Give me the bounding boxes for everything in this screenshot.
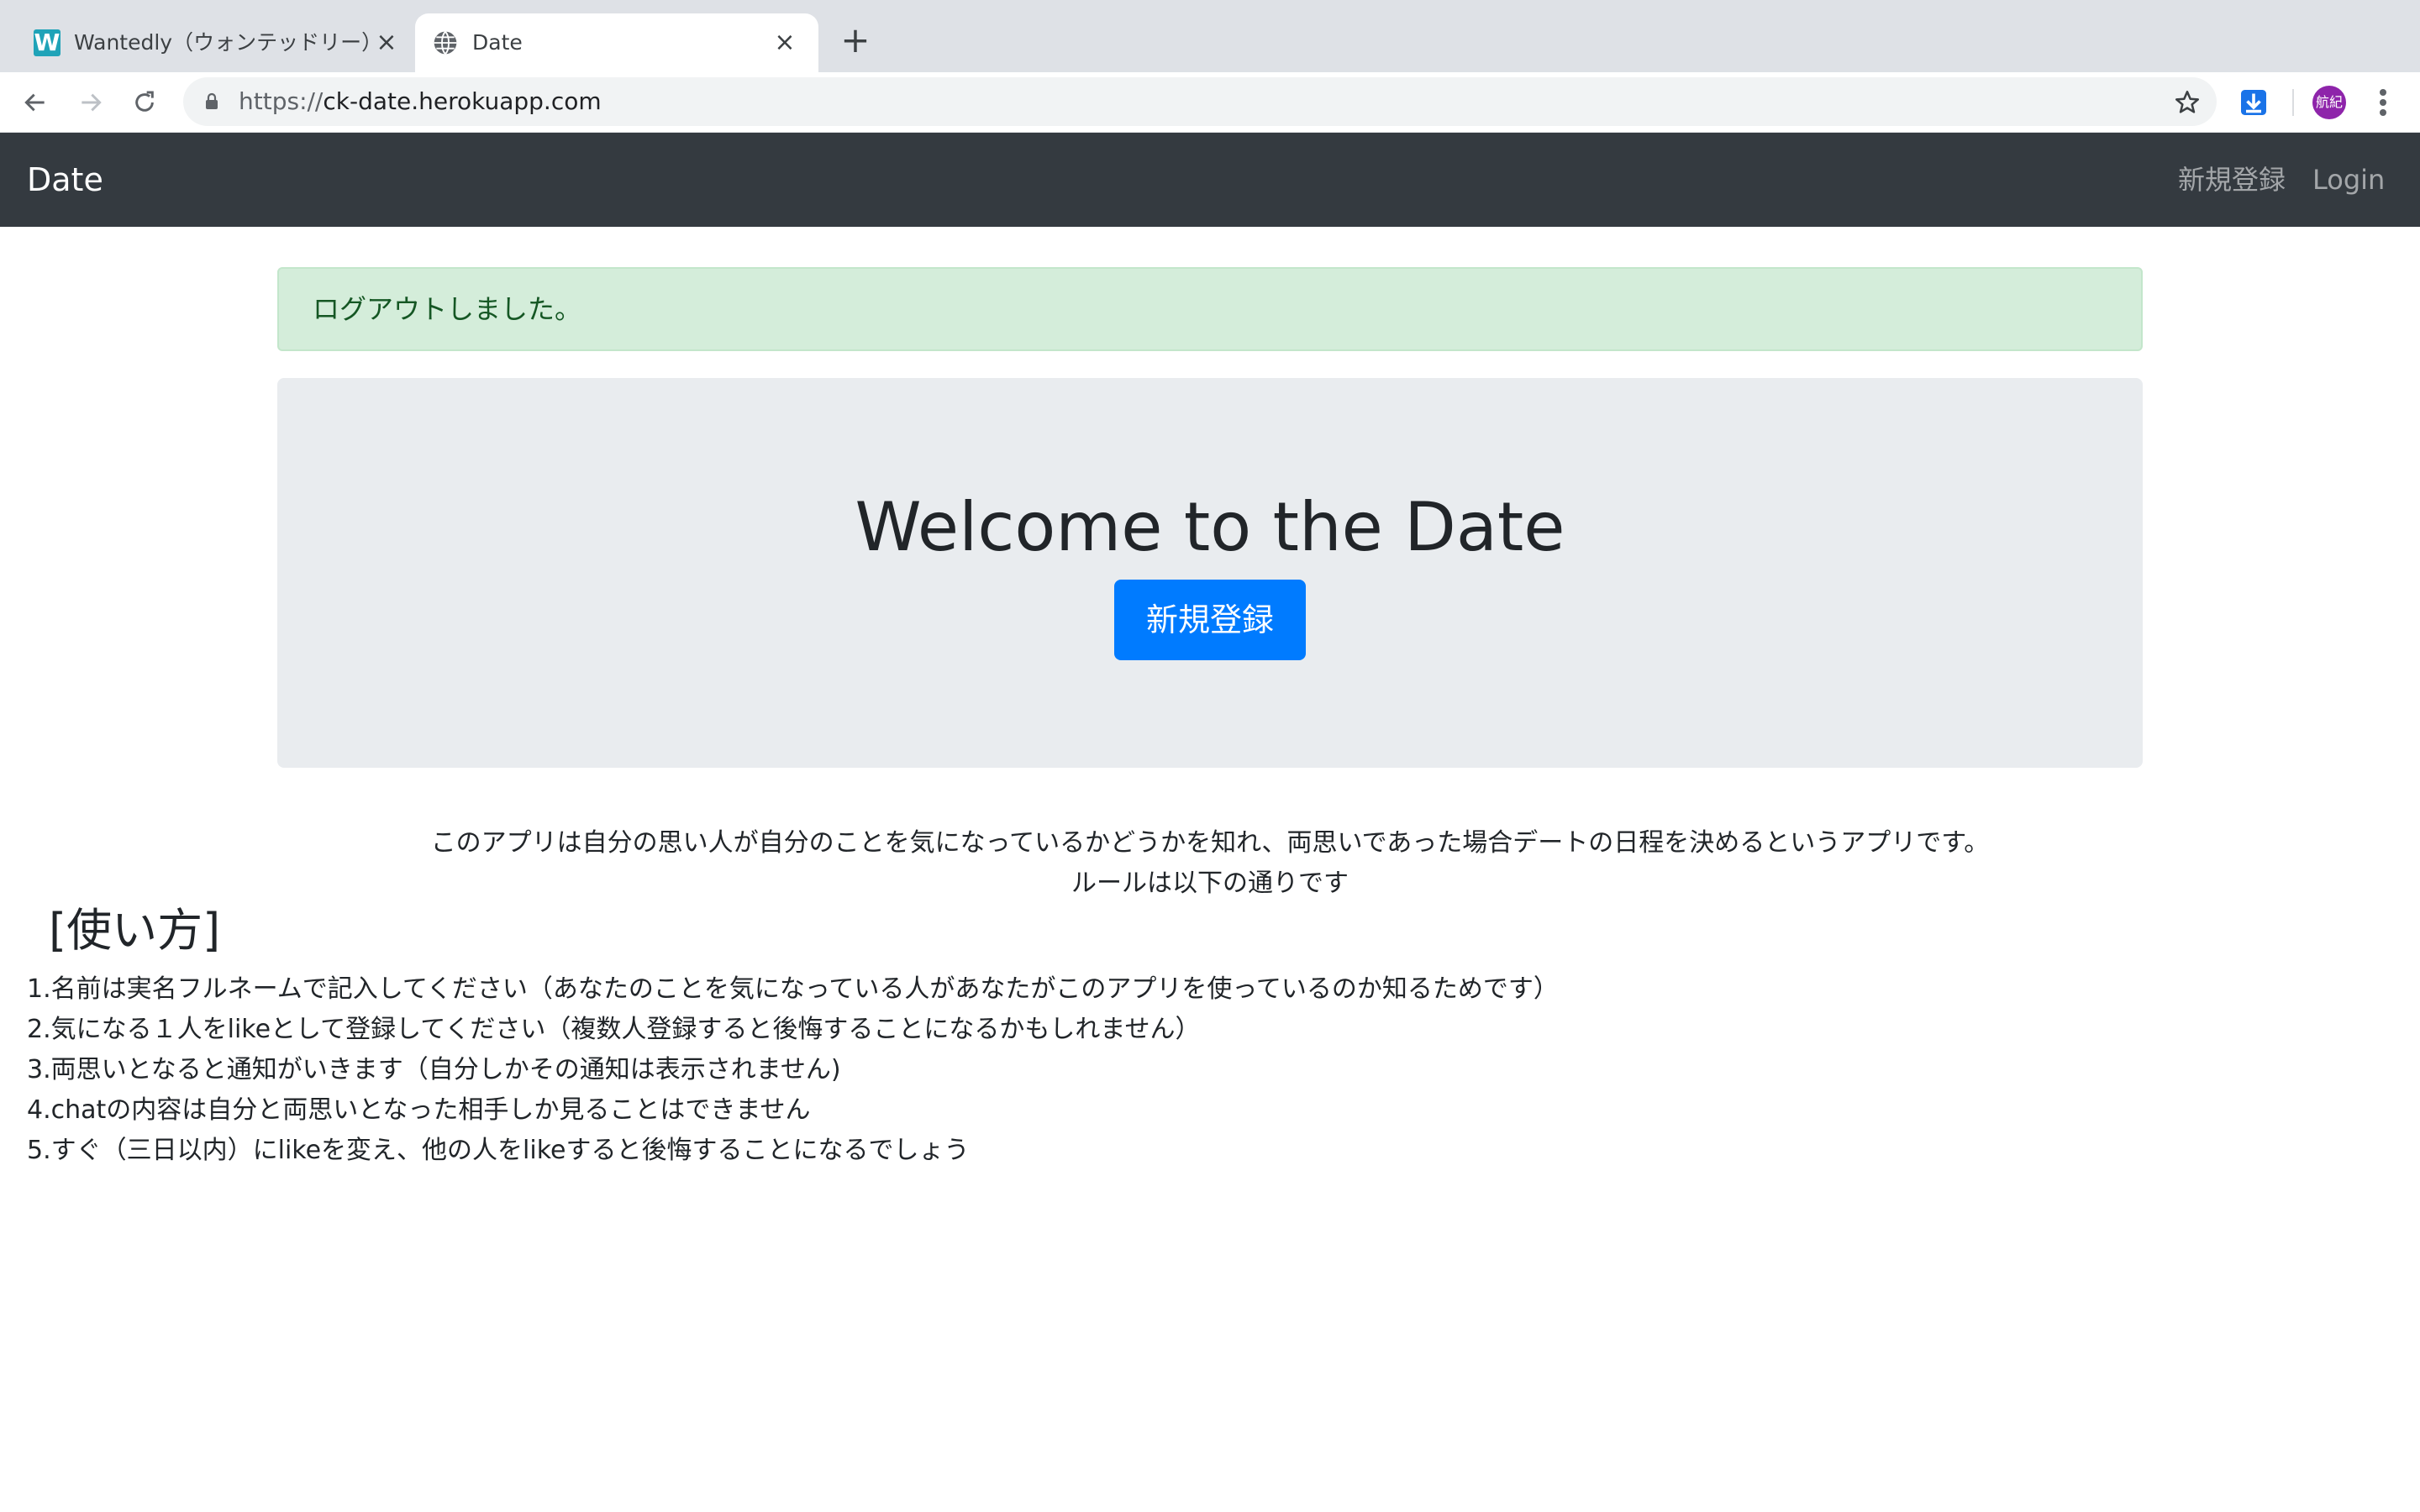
more-vert-icon[interactable] <box>2370 86 2396 119</box>
arrow-left-icon <box>24 93 45 112</box>
url-text: https://ck-date.herokuapp.com <box>239 77 602 126</box>
forward-button[interactable] <box>74 86 108 119</box>
navbar-brand[interactable]: Date <box>27 133 103 227</box>
browser-toolbar: https://ck-date.herokuapp.com 航紀 <box>0 72 2420 133</box>
browser-tab-strip: W Wantedly（ウォンテッドリー）は × Date × + <box>0 0 2420 72</box>
hero-title: Welcome to the Date <box>855 488 1565 566</box>
nav-signup-link[interactable]: 新規登録 <box>2178 133 2286 227</box>
globe-icon <box>434 31 457 55</box>
rule-item: 2.気になる１人をlikeとして登録してください（複数人登録すると後悔することに… <box>27 1015 1201 1044</box>
reload-icon <box>135 91 154 112</box>
logout-alert: ログアウトしました。 <box>277 267 2143 351</box>
close-tab-icon[interactable]: × <box>373 29 400 56</box>
rule-item: 5.すぐ（三日以内）にlikeを変え、他の人をlikeすると後悔することになるで… <box>27 1136 970 1165</box>
wantedly-favicon-icon: W <box>34 29 60 56</box>
toolbar-divider <box>2292 89 2294 116</box>
intro-text: このアプリは自分の思い人が自分のことを気になっているかどうかを知れ、両思いであっ… <box>0 823 2420 904</box>
address-bar[interactable]: https://ck-date.herokuapp.com <box>183 77 2217 126</box>
intro-line: ルールは以下の通りです <box>1071 869 1349 898</box>
site-navbar: Date 新規登録 Login <box>0 133 2420 227</box>
tab-title: Date <box>472 30 523 55</box>
rule-item: 4.chatの内容は自分と両思いとなった相手しか見ることはできません <box>27 1095 811 1125</box>
new-tab-button[interactable]: + <box>839 23 872 58</box>
arrow-right-icon <box>82 93 102 112</box>
browser-tab-date[interactable]: Date × <box>415 13 818 72</box>
lock-icon <box>206 92 218 109</box>
tab-title: Wantedly（ウォンテッドリー）は <box>74 30 385 55</box>
rule-item: 1.名前は実名フルネームで記入してください（あなたのことを気になっている人があな… <box>27 974 1559 1004</box>
profile-avatar[interactable]: 航紀 <box>2312 86 2346 119</box>
intro-line: このアプリは自分の思い人が自分のことを気になっているかどうかを知れ、両思いであっ… <box>430 828 1990 858</box>
rules-list: 1.名前は実名フルネームで記入してください（あなたのことを気になっている人があな… <box>27 969 1559 1171</box>
bookmark-star-icon[interactable] <box>2173 88 2202 117</box>
howto-heading: [使い方] <box>49 904 221 957</box>
nav-login-link[interactable]: Login <box>2312 133 2385 227</box>
signup-button[interactable]: 新規登録 <box>1114 580 1306 660</box>
download-extension-icon[interactable] <box>2238 87 2269 118</box>
close-tab-icon[interactable]: × <box>771 29 798 56</box>
browser-tab-wantedly[interactable]: W Wantedly（ウォンテッドリー）は × <box>17 13 412 72</box>
back-button[interactable] <box>18 86 52 119</box>
url-scheme: https:// <box>239 87 324 115</box>
rule-item: 3.両思いとなると通知がいきます（自分しかその通知は表示されません) <box>27 1055 841 1084</box>
url-host: ck-date.herokuapp.com <box>323 87 602 115</box>
reload-button[interactable] <box>128 86 161 119</box>
